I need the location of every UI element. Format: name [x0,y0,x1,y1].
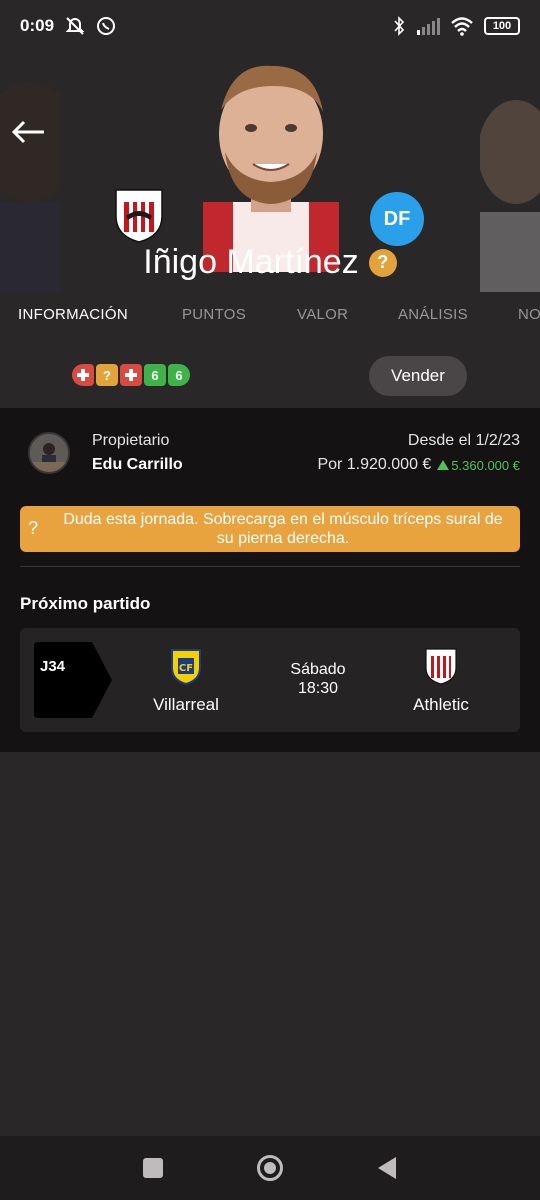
system-navigation-bar [0,1136,540,1200]
home-team: CF Villarreal [126,646,246,715]
recent-apps-icon[interactable] [143,1158,163,1178]
doubt-icon: ? [96,364,118,386]
round-label: J34 [40,658,66,675]
tab-valor[interactable]: VALOR [297,306,348,323]
tab-analisis[interactable]: ANÁLISIS [398,306,468,323]
villarreal-badge: CF [171,649,201,686]
back-arrow-icon[interactable] [10,118,46,146]
battery-level: 100 [492,20,512,32]
home-icon[interactable] [257,1155,283,1181]
home-team-name: Villarreal [153,695,219,714]
injury-icon [120,364,142,386]
player-name-row: Iñigo Martínez ? [0,243,540,282]
battery-icon: 100 [484,17,520,35]
doubt-status-icon[interactable]: ? [368,248,397,277]
owner-row[interactable]: Propietario Edu Carrillo Desde el 1/2/23… [20,428,520,478]
away-team: Athletic [381,646,501,715]
bluetooth-icon [394,16,405,36]
alert-text: Duda esta jornada. Sobrecarga en el músc… [63,511,503,547]
round-badge [34,642,112,718]
injury-icon [72,364,94,386]
owned-since: Desde el 1/2/23 [407,432,520,449]
sell-button[interactable]: Vender [369,356,467,396]
athletic-club-badge [425,648,457,685]
svg-text:CF: CF [179,663,193,674]
points-badge: 6 [168,364,190,386]
points-badge: 6 [144,364,166,386]
arrow-up-icon [437,460,450,470]
tab-bar: INFORMACIÓN PUNTOS VALOR ANÁLISIS NO [0,300,540,330]
away-team-name: Athletic [413,695,469,714]
whatsapp-icon [97,17,116,35]
kickoff: Sábado 18:30 [268,660,368,698]
next-match-title: Próximo partido [20,594,151,613]
position-badge: DF [370,192,424,246]
next-match-card[interactable]: J34 CF Villarreal Sábado 18:30 Athletic [20,628,520,732]
value-gain: 5.360.000 € [437,458,520,473]
wifi-icon [451,17,473,36]
question-icon: ? [28,518,39,538]
divider [20,566,520,567]
recent-form: ? 6 6 [72,364,190,386]
tab-puntos[interactable]: PUNTOS [182,306,246,323]
info-panel: Propietario Edu Carrillo Desde el 1/2/23… [0,408,540,752]
status-bar: 0:09 100 [0,0,540,52]
match-day: Sábado [290,661,346,678]
tab-noticias[interactable]: NO [518,306,540,323]
owner-name: Edu Carrillo [92,456,183,473]
owner-avatar [28,432,70,474]
injury-alert: ? Duda esta jornada. Sobrecarga en el mú… [20,506,520,552]
clock: 0:09 [20,16,55,35]
match-time: 18:30 [297,680,339,697]
price-row: Por 1.920.000 € 5.360.000 € [317,456,520,474]
tab-informacion[interactable]: INFORMACIÓN [18,306,128,323]
back-icon[interactable] [378,1157,396,1179]
mute-icon [65,17,85,35]
athletic-club-badge [115,189,163,243]
player-name: Iñigo Martínez [143,243,359,281]
player-photo [203,65,339,272]
owner-label: Propietario [92,432,170,449]
gain-amount: 5.360.000 € [451,457,520,473]
purchase-price: Por 1.920.000 € [317,456,432,473]
signal-icon [417,18,440,35]
